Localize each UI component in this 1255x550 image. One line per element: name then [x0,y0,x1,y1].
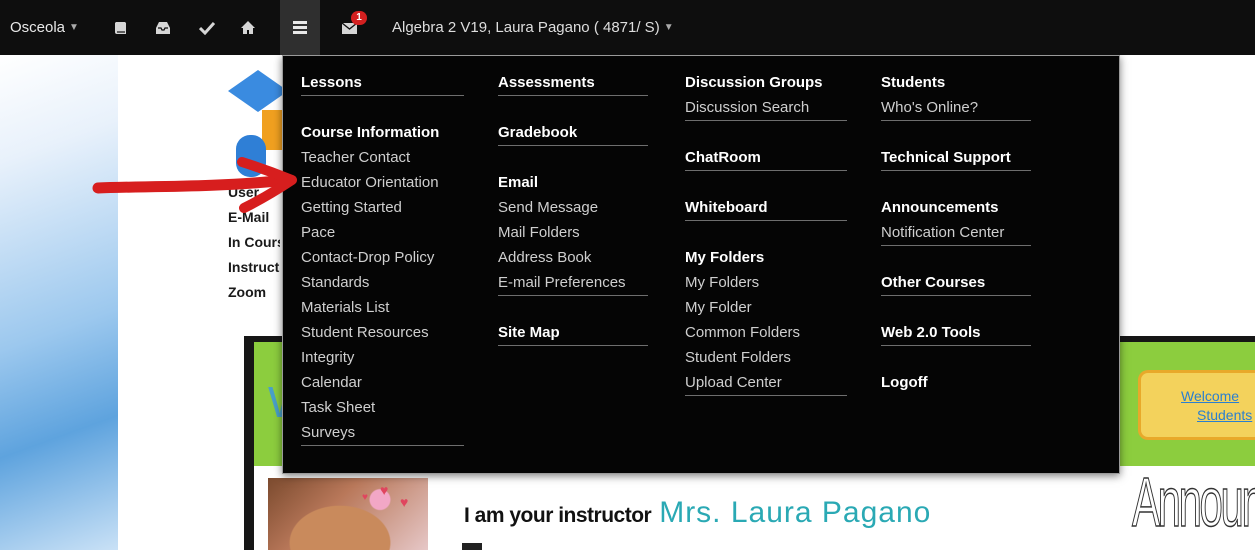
school-dropdown[interactable]: Osceola ▼ [10,0,79,55]
menu-heading-site-map[interactable]: Site Map [498,324,560,341]
heart-icon: ♥ [362,492,368,503]
heart-icon: ♥ [380,482,389,498]
instructor-intro: I am your instructor Mrs. Laura Pagano [464,496,931,530]
checkmark-icon[interactable] [196,0,218,55]
menu-heading-my-folders[interactable]: My Folders [685,249,764,266]
menu-heading-lessons[interactable]: Lessons [301,74,362,91]
book-icon[interactable] [110,0,132,55]
intro-text: I am your instructor [464,504,652,527]
menu-item-educator-orientation[interactable]: Educator Orientation [301,174,439,191]
messages-badge: 1 [351,11,367,25]
menu-item-mail-folders[interactable]: Mail Folders [498,224,580,241]
menu-separator [498,95,648,96]
menu-item-student-folders[interactable]: Student Folders [685,349,791,366]
menu-heading-technical-support[interactable]: Technical Support [881,149,1011,166]
messages-button[interactable]: 1 [337,0,367,55]
course-dropdown[interactable]: Algebra 2 V19, Laura Pagano ( 4871/ S) ▼ [392,0,674,55]
menu-separator [881,295,1031,296]
menu-separator [685,120,847,121]
annotation-arrow [92,157,297,213]
menu-item-calendar[interactable]: Calendar [301,374,362,391]
course-info-label-in-course: In Course [228,234,280,250]
welcome-line-1: Welcome [1181,388,1240,404]
menu-heading-gradebook[interactable]: Gradebook [498,124,577,141]
menu-heading-web-2-0-tools[interactable]: Web 2.0 Tools [881,324,980,341]
menu-item-address-book[interactable]: Address Book [498,249,591,266]
welcome-students-link[interactable]: Welcome Students [1138,370,1255,440]
menu-item-getting-started[interactable]: Getting Started [301,199,402,216]
menu-separator [685,395,847,396]
menu-item-standards[interactable]: Standards [301,274,369,291]
school-name: Osceola [10,19,66,36]
menu-heading-assessments[interactable]: Assessments [498,74,595,91]
menu-separator [301,445,464,446]
inbox-icon[interactable] [152,0,174,55]
announcements-heading: Announ [1132,462,1255,542]
menu-item-integrity[interactable]: Integrity [301,349,354,366]
menu-item-my-folder[interactable]: My Folder [685,299,752,316]
menu-heading-other-courses[interactable]: Other Courses [881,274,985,291]
menu-separator [301,95,464,96]
menu-item-discussion-search[interactable]: Discussion Search [685,99,809,116]
top-navbar: Osceola ▼ 1 Algebra 2 V19, Laura Pagano … [0,0,1255,55]
menu-item-materials-list[interactable]: Materials List [301,299,389,316]
menu-heading-course-information[interactable]: Course Information [301,124,439,141]
menu-item-e-mail-preferences[interactable]: E-mail Preferences [498,274,626,291]
welcome-line-2: Students [1197,407,1253,423]
menu-separator [881,345,1031,346]
menu-separator [498,345,648,346]
menu-separator [881,170,1031,171]
menu-heading-discussion-groups[interactable]: Discussion Groups [685,74,823,91]
menu-heading-students[interactable]: Students [881,74,945,91]
chevron-down-icon: ▼ [663,22,674,33]
menu-separator [685,170,847,171]
menu-heading-logoff[interactable]: Logoff [881,374,928,391]
menu-separator [881,245,1031,246]
chevron-down-icon: ▼ [69,22,79,33]
menu-separator [881,120,1031,121]
menu-separator [685,220,847,221]
menu-item-student-resources[interactable]: Student Resources [301,324,429,341]
instructor-photo: ♥ ♥ ♥ [268,478,428,550]
home-icon[interactable] [237,0,259,55]
menu-item-who-s-online[interactable]: Who's Online? [881,99,978,116]
menu-item-my-folders[interactable]: My Folders [685,274,759,291]
course-info-label-instructor: Instructor [228,259,280,275]
instructor-name: Mrs. Laura Pagano [659,496,932,529]
page-background-gradient [0,55,118,550]
course-title: Algebra 2 V19, Laura Pagano ( 4871/ S) [392,19,660,36]
menu-item-task-sheet[interactable]: Task Sheet [301,399,375,416]
course-info-label-zoom: Zoom [228,284,267,300]
menu-item-send-message[interactable]: Send Message [498,199,598,216]
menu-item-notification-center[interactable]: Notification Center [881,224,1004,241]
menu-heading-email[interactable]: Email [498,174,538,191]
menu-item-common-folders[interactable]: Common Folders [685,324,800,341]
menu-icon[interactable] [280,0,320,55]
menu-heading-announcements[interactable]: Announcements [881,199,999,216]
menu-heading-chatroom[interactable]: ChatRoom [685,149,761,166]
menu-item-contact-drop-policy[interactable]: Contact-Drop Policy [301,249,434,266]
course-menu-dropdown: Lessons Course Information Teacher Contact… [282,55,1120,474]
heart-icon: ♥ [400,494,409,510]
content-marker [462,543,482,550]
menu-heading-whiteboard[interactable]: Whiteboard [685,199,768,216]
menu-item-pace[interactable]: Pace [301,224,335,241]
menu-item-teacher-contact[interactable]: Teacher Contact [301,149,410,166]
menu-item-upload-center[interactable]: Upload Center [685,374,782,391]
menu-separator [498,295,648,296]
menu-separator [498,145,648,146]
menu-item-surveys[interactable]: Surveys [301,424,355,441]
